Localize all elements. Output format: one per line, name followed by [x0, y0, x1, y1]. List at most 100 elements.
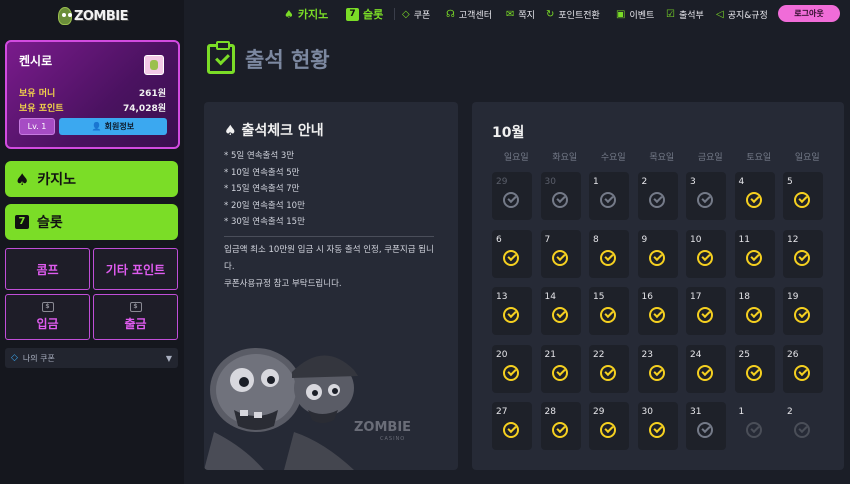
avatar	[144, 55, 164, 75]
day-number: 1	[593, 177, 599, 187]
check-circle-icon	[794, 192, 810, 208]
rule-item: * 30일 연속출석 15만	[224, 217, 305, 227]
day-number: 19	[787, 292, 799, 302]
nav-point-convert[interactable]: ↻ 포인트전환	[546, 8, 600, 21]
check-circle-icon	[794, 307, 810, 323]
day-number: 5	[787, 177, 793, 187]
guide-title-text: 출석체크 안내	[241, 123, 324, 139]
point-value: 74,028원	[122, 104, 166, 114]
day-number: 11	[738, 234, 750, 245]
check-circle-icon	[745, 307, 762, 323]
other-point-label: 기타 포인트	[105, 262, 166, 277]
megaphone-icon: ◁	[716, 8, 724, 20]
brand-logo[interactable]: ZOMBIE	[58, 4, 129, 28]
deposit-label: 입금	[36, 317, 59, 331]
rule-item: * 15일 연속출석 7만	[224, 184, 300, 194]
calendar-day: 9	[637, 229, 678, 278]
guide-rules: * 5일 연속출석 3만 * 10일 연속출석 5만 * 15일 연속출석 7만…	[224, 148, 305, 231]
check-circle-icon	[551, 364, 568, 381]
deposit-button[interactable]: $ 입금	[5, 294, 90, 340]
attendance-guide-panel: ♠ 출석체크 안내 * 5일 연속출석 3만 * 10일 연속출석 5만 * 1…	[204, 102, 458, 470]
check-circle-icon	[648, 422, 665, 438]
seven-icon: 7	[346, 7, 359, 21]
nav-slot[interactable]: 7 슬롯	[346, 6, 383, 22]
chevron-down-icon: ▼	[165, 353, 172, 363]
logout-button[interactable]: 로그아웃	[778, 5, 840, 22]
day-number: 17	[690, 292, 702, 302]
nav-coupon[interactable]: ◇ 쿠폰	[402, 8, 430, 21]
nav-casino[interactable]: ♠ 카지노	[284, 6, 328, 22]
comp-button[interactable]: 콤프	[5, 248, 90, 290]
calendar-day: 7	[540, 229, 581, 278]
day-number: 29	[496, 177, 508, 187]
check-circle-icon	[600, 192, 616, 208]
zombie-illustration	[204, 348, 358, 470]
check-circle-icon	[697, 364, 713, 381]
spade-icon: ♠	[284, 7, 294, 21]
money-value: 261원	[138, 89, 166, 99]
check-circle-icon	[697, 192, 713, 208]
nav-event[interactable]: ▣ 이벤트	[616, 8, 654, 21]
slot-button[interactable]: 7 슬롯	[5, 204, 178, 240]
brand-name: ZOMBIE	[73, 8, 129, 24]
weekday-label: 화요일	[552, 153, 578, 163]
weekday-label: 수요일	[600, 153, 626, 163]
nav-notice-label: 공지&규정	[727, 10, 768, 21]
day-number: 7	[544, 234, 551, 245]
calendar-day: 26	[783, 344, 823, 393]
user-card: 켄시로 보유 머니 261원 보유 포인트 74,028원 Lv. 1 👤 회원…	[5, 40, 180, 149]
guide-notice: 입금액 최소 10만원 입금 시 자동 출석 인정, 쿠폰지급 됩니다. 쿠폰사…	[224, 242, 436, 293]
coin-icon: $	[129, 302, 142, 312]
day-number: 18	[738, 292, 750, 302]
page-title-text: 출석 현황	[245, 48, 330, 72]
calendar-day: 30	[540, 172, 581, 220]
calendar-day: 10	[686, 229, 726, 278]
day-number: 31	[690, 407, 702, 417]
attendance-calendar: 10월 일요일 화요일 수요일 목요일 금요일 토요일 일요일 29 30 1 2 3 4…	[472, 102, 844, 470]
check-circle-icon	[551, 422, 568, 438]
my-coupon-dropdown[interactable]: ◇ 나의 쿠폰 ▼	[5, 348, 178, 368]
calendar-day: 17	[686, 287, 726, 335]
sidebar: ZOMBIE 켄시로 보유 머니 261원 보유 포인트 74,028원 Lv.…	[0, 0, 184, 484]
member-info-label: 회원정보	[104, 122, 135, 131]
withdraw-button[interactable]: $ 출금	[93, 294, 178, 340]
nav-notice[interactable]: ◁ 공지&규정	[716, 8, 768, 21]
check-circle-icon	[745, 249, 762, 266]
nav-attendance[interactable]: ☑ 출석부	[666, 8, 704, 21]
calendar-day: 12	[783, 229, 823, 278]
other-point-button[interactable]: 기타 포인트	[93, 248, 178, 290]
tag-icon: ◇	[402, 8, 410, 20]
guide-notice-text-2: 쿠폰사용규정 참고 부탁드립니다.	[224, 279, 342, 289]
nav-message[interactable]: ✉ 쪽지	[506, 8, 535, 21]
calendar-day: 21	[540, 344, 581, 393]
check-circle-icon	[503, 364, 519, 381]
day-number: 30	[641, 407, 653, 417]
brand-watermark-sub: CASINO	[380, 436, 406, 442]
check-circle-icon	[551, 249, 568, 266]
guide-title: ♠ 출석체크 안내	[224, 120, 324, 140]
day-number: 1	[738, 407, 745, 417]
seven-icon: 7	[15, 215, 29, 229]
nav-support[interactable]: ☊ 고객센터	[446, 8, 492, 21]
calendar-day: 31	[686, 402, 726, 450]
calendar-day: 6	[492, 229, 532, 278]
calendar-day: 18	[734, 287, 775, 335]
day-number: 21	[544, 349, 556, 360]
check-circle-icon	[503, 249, 519, 266]
check-circle-icon	[745, 364, 762, 381]
calendar-day: 2	[783, 402, 823, 450]
check-circle-icon	[697, 422, 713, 438]
nav-attendance-label: 출석부	[678, 10, 704, 21]
day-number: 30	[544, 177, 556, 187]
day-number: 24	[690, 349, 702, 360]
comp-label: 콤프	[36, 262, 59, 277]
top-nav: ♠ 카지노 7 슬롯 ◇ 쿠폰 ☊ 고객센터 ✉ 쪽지 ↻ 포인트전환 ▣ 이벤…	[184, 0, 850, 28]
member-info-button[interactable]: 👤 회원정보	[59, 118, 167, 135]
weekday-label: 토요일	[746, 153, 772, 163]
day-number: 15	[593, 292, 605, 302]
nav-slot-label: 슬롯	[363, 8, 384, 21]
weekday-label: 목요일	[649, 153, 675, 163]
casino-button[interactable]: ♠ 카지노	[5, 161, 178, 197]
day-number: 8	[593, 234, 599, 245]
calendar-day: 24	[686, 344, 726, 393]
